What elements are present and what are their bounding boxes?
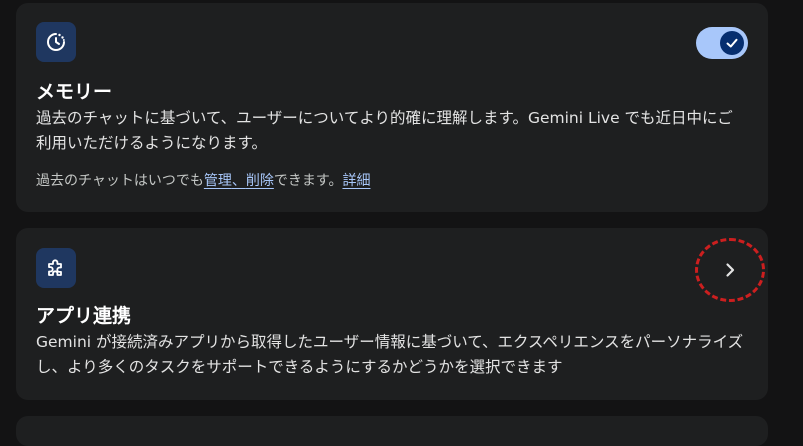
manage-link[interactable]: 管理 (204, 173, 232, 189)
separator-text[interactable]: 、 (232, 173, 246, 189)
footnote-text: 過去のチャットはいつでも (36, 173, 204, 189)
puzzle-icon (36, 248, 76, 288)
memory-title: メモリー (36, 81, 113, 103)
next-card (16, 416, 768, 446)
delete-link[interactable]: 削除 (246, 173, 274, 189)
apps-card[interactable]: アプリ連携 Gemini が接続済みアプリから取得したユーザー情報に基づいて、エ… (16, 228, 768, 400)
memory-icon (36, 22, 76, 62)
memory-footnote: 過去のチャットはいつでも管理、削除できます。詳細 (36, 171, 370, 191)
chevron-right-icon (726, 263, 735, 277)
footnote-suffix: できます。 (273, 173, 343, 189)
check-icon (720, 31, 744, 55)
apps-description: Gemini が接続済みアプリから取得したユーザー情報に基づいて、エクスペリエン… (36, 333, 744, 376)
details-link[interactable]: 詳細 (342, 173, 370, 189)
memory-description: 過去のチャットに基づいて、ユーザーについてより的確に理解します。Gemini L… (36, 109, 733, 152)
apps-open-button[interactable] (695, 238, 765, 302)
memory-card: メモリー 過去のチャットに基づいて、ユーザーについてより的確に理解します。Gem… (16, 3, 768, 212)
memory-toggle[interactable] (696, 27, 748, 59)
apps-title: アプリ連携 (36, 305, 132, 327)
